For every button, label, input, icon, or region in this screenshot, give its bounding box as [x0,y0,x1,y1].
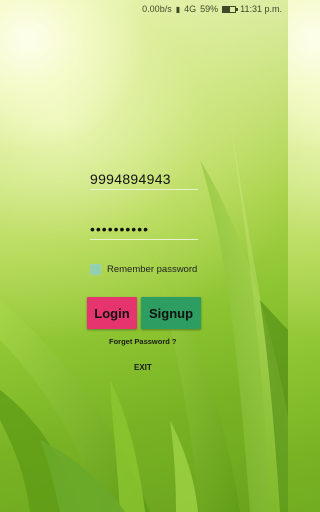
forget-password-link[interactable]: Forget Password ? [109,337,177,346]
password-field[interactable] [90,218,198,240]
battery-icon [222,5,239,13]
signup-button[interactable]: Signup [141,297,201,329]
remember-password-row[interactable]: Remember password [90,264,197,275]
battery-percent: 59% [200,4,219,14]
signal-icon: ▮ [175,4,181,14]
grass-background [0,120,288,512]
exit-button[interactable]: EXIT [134,363,152,372]
network-speed: 0.00b/s [142,4,172,14]
remember-label: Remember password [107,264,198,275]
battery-fill [223,6,231,12]
phone-field[interactable] [90,168,198,190]
remember-checkbox[interactable] [90,264,101,275]
login-button[interactable]: Login [87,297,137,329]
network-type: 4G [184,4,197,14]
clock: 11:31 p.m. [240,4,282,14]
status-bar: 0.00b/s ▮ 4G 59% 11:31 p.m. [0,0,288,18]
